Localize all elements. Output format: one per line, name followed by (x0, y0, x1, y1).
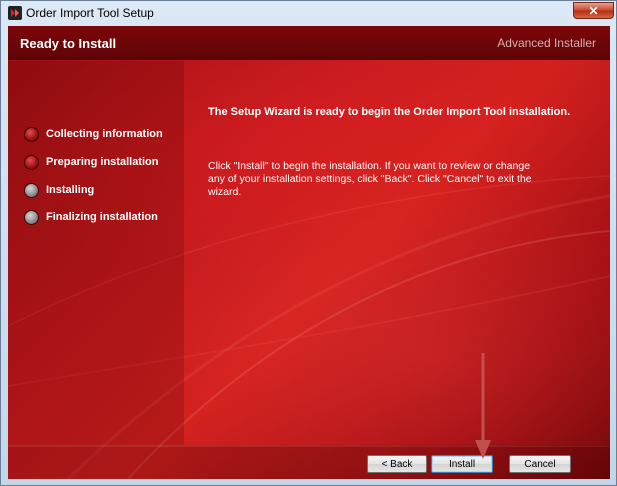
step-installing: Installing (24, 182, 94, 198)
step-pending-indicator-icon (24, 209, 39, 225)
content-heading: The Setup Wizard is ready to begin the O… (208, 106, 571, 118)
step-done-indicator-icon (24, 126, 39, 142)
step-preparing-installation: Preparing installation (24, 154, 158, 170)
close-icon: ✕ (588, 3, 599, 18)
cancel-button[interactable]: Cancel (509, 455, 571, 473)
step-collecting-information: Collecting information (24, 126, 163, 142)
wizard-header: Ready to Install Advanced Installer (8, 26, 610, 60)
page-title: Ready to Install (20, 36, 117, 51)
install-button[interactable]: Install (431, 455, 493, 473)
content-instructions: Click "Install" to begin the installatio… (208, 160, 532, 198)
window-title: Order Import Tool Setup (26, 6, 154, 20)
brand-label: Advanced Installer (497, 36, 596, 50)
wizard-client-area: Ready to Install Advanced Installer Coll… (8, 26, 610, 479)
step-finalizing-installation: Finalizing installation (24, 209, 158, 225)
step-label: Preparing installation (46, 156, 159, 168)
step-label: Collecting information (46, 128, 163, 140)
advanced-installer-app-icon (8, 6, 22, 20)
steps-sidebar (8, 61, 184, 445)
back-button[interactable]: < Back (367, 455, 427, 473)
step-label: Finalizing installation (46, 211, 158, 223)
step-done-indicator-icon (24, 154, 39, 170)
step-label: Installing (46, 184, 95, 196)
step-pending-indicator-icon (24, 182, 39, 198)
window-close-button[interactable]: ✕ (573, 2, 614, 19)
title-bar[interactable]: Order Import Tool Setup ✕ (1, 1, 616, 25)
installer-window: Order Import Tool Setup ✕ Ready to Insta… (0, 0, 617, 486)
